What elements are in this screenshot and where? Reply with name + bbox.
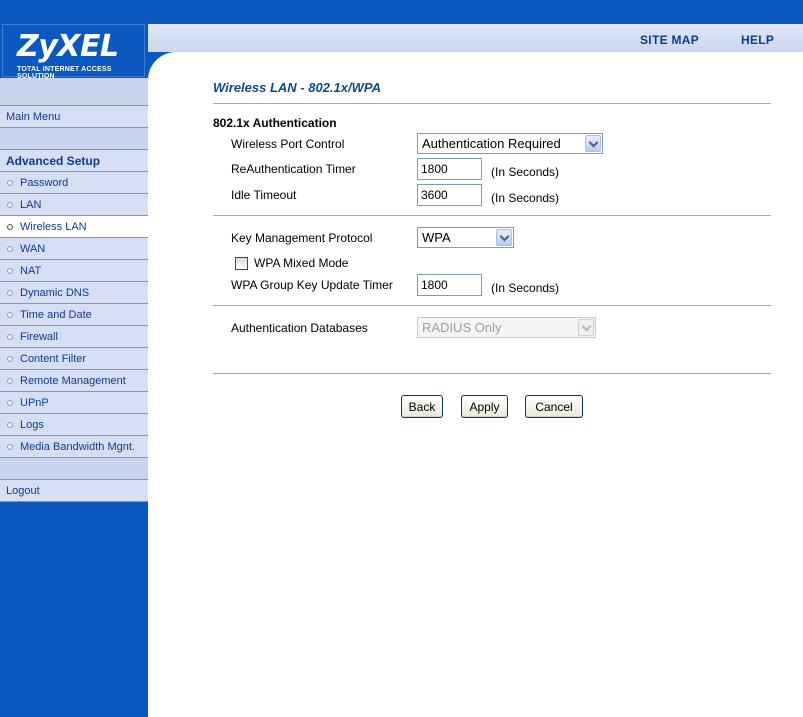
cancel-button[interactable]: Cancel — [525, 395, 583, 418]
auth-db-select: RADIUS Only — [417, 317, 596, 338]
sidebar-spacer — [0, 458, 148, 480]
sidebar-item-label: Time and Date — [20, 309, 92, 321]
bullet-icon — [7, 312, 13, 318]
chevron-down-icon[interactable] — [585, 135, 601, 152]
header-strip: SITE MAP HELP — [148, 24, 803, 52]
reauth-timer-input[interactable] — [417, 158, 482, 180]
bullet-icon — [7, 202, 13, 208]
bullet-icon — [7, 378, 13, 384]
sidebar-spacer — [0, 78, 148, 106]
divider — [213, 373, 771, 375]
bullet-icon — [7, 268, 13, 274]
group-key-timer-unit: (In Seconds) — [491, 281, 560, 295]
bullet-icon — [7, 444, 13, 450]
key-mgmt-label: Key Management Protocol — [231, 231, 373, 245]
section-title: 802.1x Authentication — [213, 116, 337, 130]
sidebar-main-menu-label: Main Menu — [6, 111, 61, 123]
divider — [213, 215, 771, 217]
apply-button[interactable]: Apply — [461, 395, 508, 418]
sidebar-logout[interactable]: Logout — [0, 480, 148, 502]
sidebar-item-label: Logs — [20, 419, 44, 431]
divider — [213, 305, 771, 307]
sidebar-item-content-filter[interactable]: Content Filter — [0, 348, 148, 370]
bullet-icon — [7, 246, 13, 252]
wpa-mixed-mode-label: WPA Mixed Mode — [254, 256, 349, 270]
bullet-icon — [7, 180, 13, 186]
sidebar-advanced-setup-label: Advanced Setup — [6, 154, 101, 168]
sidebar-main-menu[interactable]: Main Menu — [0, 106, 148, 128]
page-title: Wireless LAN - 802.1x/WPA — [213, 80, 381, 95]
top-bar — [0, 0, 803, 24]
chevron-down-icon[interactable] — [496, 229, 512, 246]
auth-db-value: RADIUS Only — [422, 320, 502, 335]
key-mgmt-select[interactable]: WPA — [417, 227, 514, 248]
port-control-label: Wireless Port Control — [231, 137, 345, 151]
sidebar-item-password[interactable]: Password — [0, 172, 148, 194]
group-key-timer-label: WPA Group Key Update Timer — [231, 278, 393, 292]
sidebar-item-label: LAN — [20, 199, 42, 211]
logo-text: ZyXEL — [17, 29, 119, 64]
sidebar-spacer — [0, 128, 148, 150]
sidebar-item-time-and-date[interactable]: Time and Date — [0, 304, 148, 326]
bullet-icon — [7, 290, 13, 296]
sidebar-item-label: Wireless LAN — [20, 221, 87, 233]
key-mgmt-value: WPA — [422, 230, 451, 245]
bullet-icon — [7, 224, 13, 230]
sidebar-item-label: Password — [20, 177, 69, 189]
back-button[interactable]: Back — [401, 395, 443, 418]
sidebar-item-label: Content Filter — [20, 353, 87, 365]
idle-timeout-label: Idle Timeout — [231, 188, 297, 202]
sidebar-item-firewall[interactable]: Firewall — [0, 326, 148, 348]
sidebar-item-lan[interactable]: LAN — [0, 194, 148, 216]
bullet-icon — [7, 356, 13, 362]
wpa-mixed-mode-checkbox[interactable] — [235, 257, 248, 270]
port-control-select[interactable]: Authentication Required — [417, 133, 603, 154]
sidebar-item-label: UPnP — [20, 397, 49, 409]
sidebar-item-media-bandwidth[interactable]: Media Bandwidth Mgnt. — [0, 436, 148, 458]
port-control-value: Authentication Required — [422, 136, 561, 151]
reauth-timer-unit: (In Seconds) — [491, 165, 560, 179]
sidebar-item-label: NAT — [20, 265, 42, 277]
chevron-down-icon — [578, 319, 594, 336]
site-map-link[interactable]: SITE MAP — [640, 33, 699, 47]
sidebar-item-label: Dynamic DNS — [20, 287, 90, 299]
sidebar-item-label: Firewall — [20, 331, 58, 343]
sidebar-item-remote-management[interactable]: Remote Management — [0, 370, 148, 392]
sidebar-item-nat[interactable]: NAT — [0, 260, 148, 282]
help-link[interactable]: HELP — [741, 33, 774, 47]
sidebar-item-label: Remote Management — [20, 375, 126, 387]
sidebar: Main Menu Advanced Setup Password LAN Wi… — [0, 78, 148, 717]
sidebar-item-logs[interactable]: Logs — [0, 414, 148, 436]
sidebar-item-dynamic-dns[interactable]: Dynamic DNS — [0, 282, 148, 304]
auth-db-label: Authentication Databases — [231, 321, 368, 335]
sidebar-item-wan[interactable]: WAN — [0, 238, 148, 260]
bullet-icon — [7, 400, 13, 406]
idle-timeout-unit: (In Seconds) — [491, 191, 560, 205]
reauth-timer-label: ReAuthentication Timer — [231, 162, 356, 176]
zyxel-logo: ZyXEL Total Internet Access Solution — [2, 24, 145, 80]
sidebar-logout-label: Logout — [6, 485, 40, 497]
sidebar-item-label: Media Bandwidth Mgnt. — [20, 441, 135, 453]
sidebar-advanced-setup: Advanced Setup — [0, 150, 148, 172]
group-key-timer-input[interactable] — [417, 274, 482, 296]
sidebar-item-label: WAN — [20, 243, 46, 255]
bullet-icon — [7, 334, 13, 340]
divider — [213, 103, 771, 105]
sidebar-item-upnp[interactable]: UPnP — [0, 392, 148, 414]
idle-timeout-input[interactable] — [417, 184, 482, 206]
bullet-icon — [7, 422, 13, 428]
sidebar-item-wireless-lan[interactable]: Wireless LAN — [0, 216, 148, 238]
